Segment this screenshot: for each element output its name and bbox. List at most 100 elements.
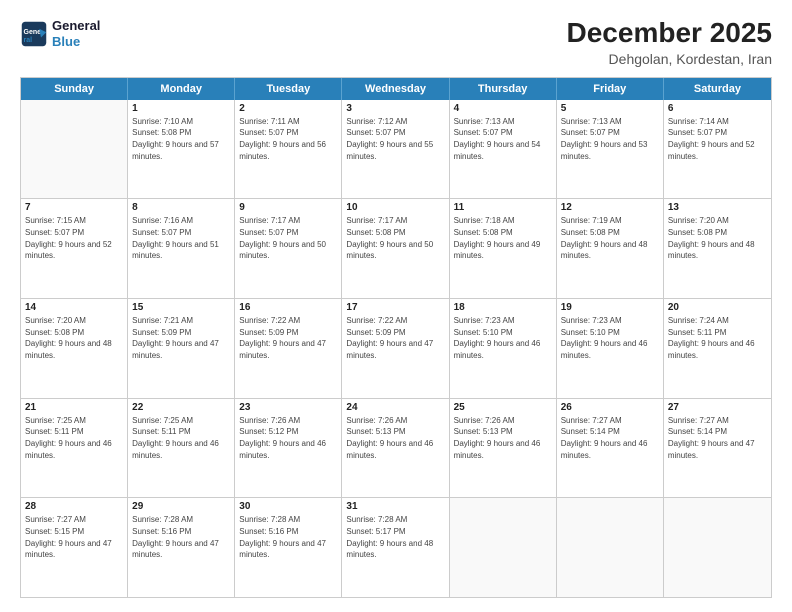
day-info: Sunrise: 7:25 AM Sunset: 5:11 PM Dayligh… <box>132 415 230 461</box>
calendar-cell-23: 23Sunrise: 7:26 AM Sunset: 5:12 PM Dayli… <box>235 399 342 498</box>
day-info: Sunrise: 7:15 AM Sunset: 5:07 PM Dayligh… <box>25 215 123 261</box>
day-number: 26 <box>561 402 659 413</box>
calendar-cell-9: 9Sunrise: 7:17 AM Sunset: 5:07 PM Daylig… <box>235 199 342 298</box>
calendar-cell-2: 2Sunrise: 7:11 AM Sunset: 5:07 PM Daylig… <box>235 100 342 199</box>
day-number: 5 <box>561 103 659 114</box>
calendar-cell-6: 6 Sunrise: 7:14 AM Sunset: 5:07 PM Daylig… <box>664 100 771 199</box>
day-info: Sunrise: 7:10 AM Sunset: 5:08 PM Dayligh… <box>132 116 230 162</box>
month-title: December 2025 <box>567 18 772 49</box>
day-info: Sunrise: 7:24 AM Sunset: 5:11 PM Dayligh… <box>668 315 767 361</box>
day-info: Sunrise: 7:13 AM Sunset: 5:07 PM Dayligh… <box>561 116 659 162</box>
calendar-cell-24: 24 Sunrise: 7:26 AM Sunset: 5:13 PM Dayli… <box>342 399 449 498</box>
calendar-cell-31: 31 Sunrise: 7:28 AM Sunset: 5:17 PM Dayli… <box>342 498 449 597</box>
calendar-cell-28: 28Sunrise: 7:27 AM Sunset: 5:15 PM Dayli… <box>21 498 128 597</box>
day-info: Sunrise: 7:27 AM Sunset: 5:15 PM Dayligh… <box>25 514 123 560</box>
day-number: 9 <box>239 202 337 213</box>
calendar-cell-10: 10 Sunrise: 7:17 AM Sunset: 5:08 PM Dayli… <box>342 199 449 298</box>
day-info: Sunrise: 7:26 AM Sunset: 5:13 PM Dayligh… <box>454 415 552 461</box>
weekday-header-monday: Monday <box>128 78 235 100</box>
day-number: 4 <box>454 103 552 114</box>
day-info: Sunrise: 7:28 AM Sunset: 5:16 PM Dayligh… <box>239 514 337 560</box>
day-info: Sunrise: 7:25 AM Sunset: 5:11 PM Dayligh… <box>25 415 123 461</box>
calendar-cell-30: 30Sunrise: 7:28 AM Sunset: 5:16 PM Dayli… <box>235 498 342 597</box>
day-number: 16 <box>239 302 337 313</box>
day-info: Sunrise: 7:28 AM Sunset: 5:16 PM Dayligh… <box>132 514 230 560</box>
day-number: 13 <box>668 202 767 213</box>
day-number: 17 <box>346 302 444 313</box>
day-number: 7 <box>25 202 123 213</box>
weekday-header-saturday: Saturday <box>664 78 771 100</box>
calendar-cell-27: 27 Sunrise: 7:27 AM Sunset: 5:14 PM Dayli… <box>664 399 771 498</box>
calendar-header: SundayMondayTuesdayWednesdayThursdayFrid… <box>21 78 771 100</box>
calendar-cell-empty <box>664 498 771 597</box>
day-number: 3 <box>346 103 444 114</box>
calendar-cell-22: 22 Sunrise: 7:25 AM Sunset: 5:11 PM Dayli… <box>128 399 235 498</box>
calendar-cell-18: 18 Sunrise: 7:23 AM Sunset: 5:10 PM Dayli… <box>450 299 557 398</box>
day-number: 22 <box>132 402 230 413</box>
logo: Gene ral General Blue <box>20 18 100 49</box>
day-number: 21 <box>25 402 123 413</box>
calendar-cell-8: 8Sunrise: 7:16 AM Sunset: 5:07 PM Daylig… <box>128 199 235 298</box>
calendar-row-3: 14 Sunrise: 7:20 AM Sunset: 5:08 PM Dayli… <box>21 298 771 398</box>
day-number: 23 <box>239 402 337 413</box>
day-info: Sunrise: 7:14 AM Sunset: 5:07 PM Dayligh… <box>668 116 767 162</box>
day-info: Sunrise: 7:27 AM Sunset: 5:14 PM Dayligh… <box>668 415 767 461</box>
calendar-cell-4: 4Sunrise: 7:13 AM Sunset: 5:07 PM Daylig… <box>450 100 557 199</box>
day-number: 19 <box>561 302 659 313</box>
calendar-cell-14: 14 Sunrise: 7:20 AM Sunset: 5:08 PM Dayli… <box>21 299 128 398</box>
day-number: 25 <box>454 402 552 413</box>
day-info: Sunrise: 7:21 AM Sunset: 5:09 PM Dayligh… <box>132 315 230 361</box>
day-number: 14 <box>25 302 123 313</box>
day-number: 18 <box>454 302 552 313</box>
calendar-row-5: 28Sunrise: 7:27 AM Sunset: 5:15 PM Dayli… <box>21 497 771 597</box>
day-info: Sunrise: 7:22 AM Sunset: 5:09 PM Dayligh… <box>239 315 337 361</box>
calendar-cell-3: 3Sunrise: 7:12 AM Sunset: 5:07 PM Daylig… <box>342 100 449 199</box>
weekday-header-friday: Friday <box>557 78 664 100</box>
calendar: SundayMondayTuesdayWednesdayThursdayFrid… <box>20 77 772 598</box>
day-info: Sunrise: 7:17 AM Sunset: 5:08 PM Dayligh… <box>346 215 444 261</box>
calendar-cell-29: 29 Sunrise: 7:28 AM Sunset: 5:16 PM Dayli… <box>128 498 235 597</box>
calendar-cell-16: 16 Sunrise: 7:22 AM Sunset: 5:09 PM Dayli… <box>235 299 342 398</box>
day-number: 31 <box>346 501 444 512</box>
day-info: Sunrise: 7:20 AM Sunset: 5:08 PM Dayligh… <box>25 315 123 361</box>
calendar-cell-empty <box>450 498 557 597</box>
weekday-header-sunday: Sunday <box>21 78 128 100</box>
day-info: Sunrise: 7:23 AM Sunset: 5:10 PM Dayligh… <box>454 315 552 361</box>
day-info: Sunrise: 7:28 AM Sunset: 5:17 PM Dayligh… <box>346 514 444 560</box>
day-number: 1 <box>132 103 230 114</box>
day-info: Sunrise: 7:27 AM Sunset: 5:14 PM Dayligh… <box>561 415 659 461</box>
calendar-cell-20: 20 Sunrise: 7:24 AM Sunset: 5:11 PM Dayli… <box>664 299 771 398</box>
calendar-cell-13: 13Sunrise: 7:20 AM Sunset: 5:08 PM Dayli… <box>664 199 771 298</box>
logo-line1: General <box>52 18 100 34</box>
calendar-row-2: 7 Sunrise: 7:15 AM Sunset: 5:07 PM Daylig… <box>21 198 771 298</box>
day-info: Sunrise: 7:22 AM Sunset: 5:09 PM Dayligh… <box>346 315 444 361</box>
calendar-cell-26: 26 Sunrise: 7:27 AM Sunset: 5:14 PM Dayli… <box>557 399 664 498</box>
calendar-cell-25: 25 Sunrise: 7:26 AM Sunset: 5:13 PM Dayli… <box>450 399 557 498</box>
day-number: 8 <box>132 202 230 213</box>
day-number: 11 <box>454 202 552 213</box>
calendar-cell-12: 12Sunrise: 7:19 AM Sunset: 5:08 PM Dayli… <box>557 199 664 298</box>
day-number: 20 <box>668 302 767 313</box>
calendar-row-1: 1 Sunrise: 7:10 AM Sunset: 5:08 PM Daylig… <box>21 100 771 199</box>
calendar-cell-15: 15 Sunrise: 7:21 AM Sunset: 5:09 PM Dayli… <box>128 299 235 398</box>
weekday-header-wednesday: Wednesday <box>342 78 449 100</box>
day-info: Sunrise: 7:11 AM Sunset: 5:07 PM Dayligh… <box>239 116 337 162</box>
weekday-header-thursday: Thursday <box>450 78 557 100</box>
calendar-cell-19: 19Sunrise: 7:23 AM Sunset: 5:10 PM Dayli… <box>557 299 664 398</box>
calendar-cell-17: 17 Sunrise: 7:22 AM Sunset: 5:09 PM Dayli… <box>342 299 449 398</box>
calendar-cell-7: 7 Sunrise: 7:15 AM Sunset: 5:07 PM Daylig… <box>21 199 128 298</box>
location-title: Dehgolan, Kordestan, Iran <box>567 51 772 67</box>
day-number: 27 <box>668 402 767 413</box>
svg-text:Gene: Gene <box>24 29 42 36</box>
day-info: Sunrise: 7:26 AM Sunset: 5:13 PM Dayligh… <box>346 415 444 461</box>
day-number: 29 <box>132 501 230 512</box>
calendar-cell-empty <box>557 498 664 597</box>
day-number: 12 <box>561 202 659 213</box>
day-number: 15 <box>132 302 230 313</box>
calendar-cell-1: 1 Sunrise: 7:10 AM Sunset: 5:08 PM Daylig… <box>128 100 235 199</box>
title-block: December 2025 Dehgolan, Kordestan, Iran <box>567 18 772 67</box>
day-number: 24 <box>346 402 444 413</box>
svg-text:ral: ral <box>24 36 33 43</box>
day-number: 6 <box>668 103 767 114</box>
day-number: 10 <box>346 202 444 213</box>
